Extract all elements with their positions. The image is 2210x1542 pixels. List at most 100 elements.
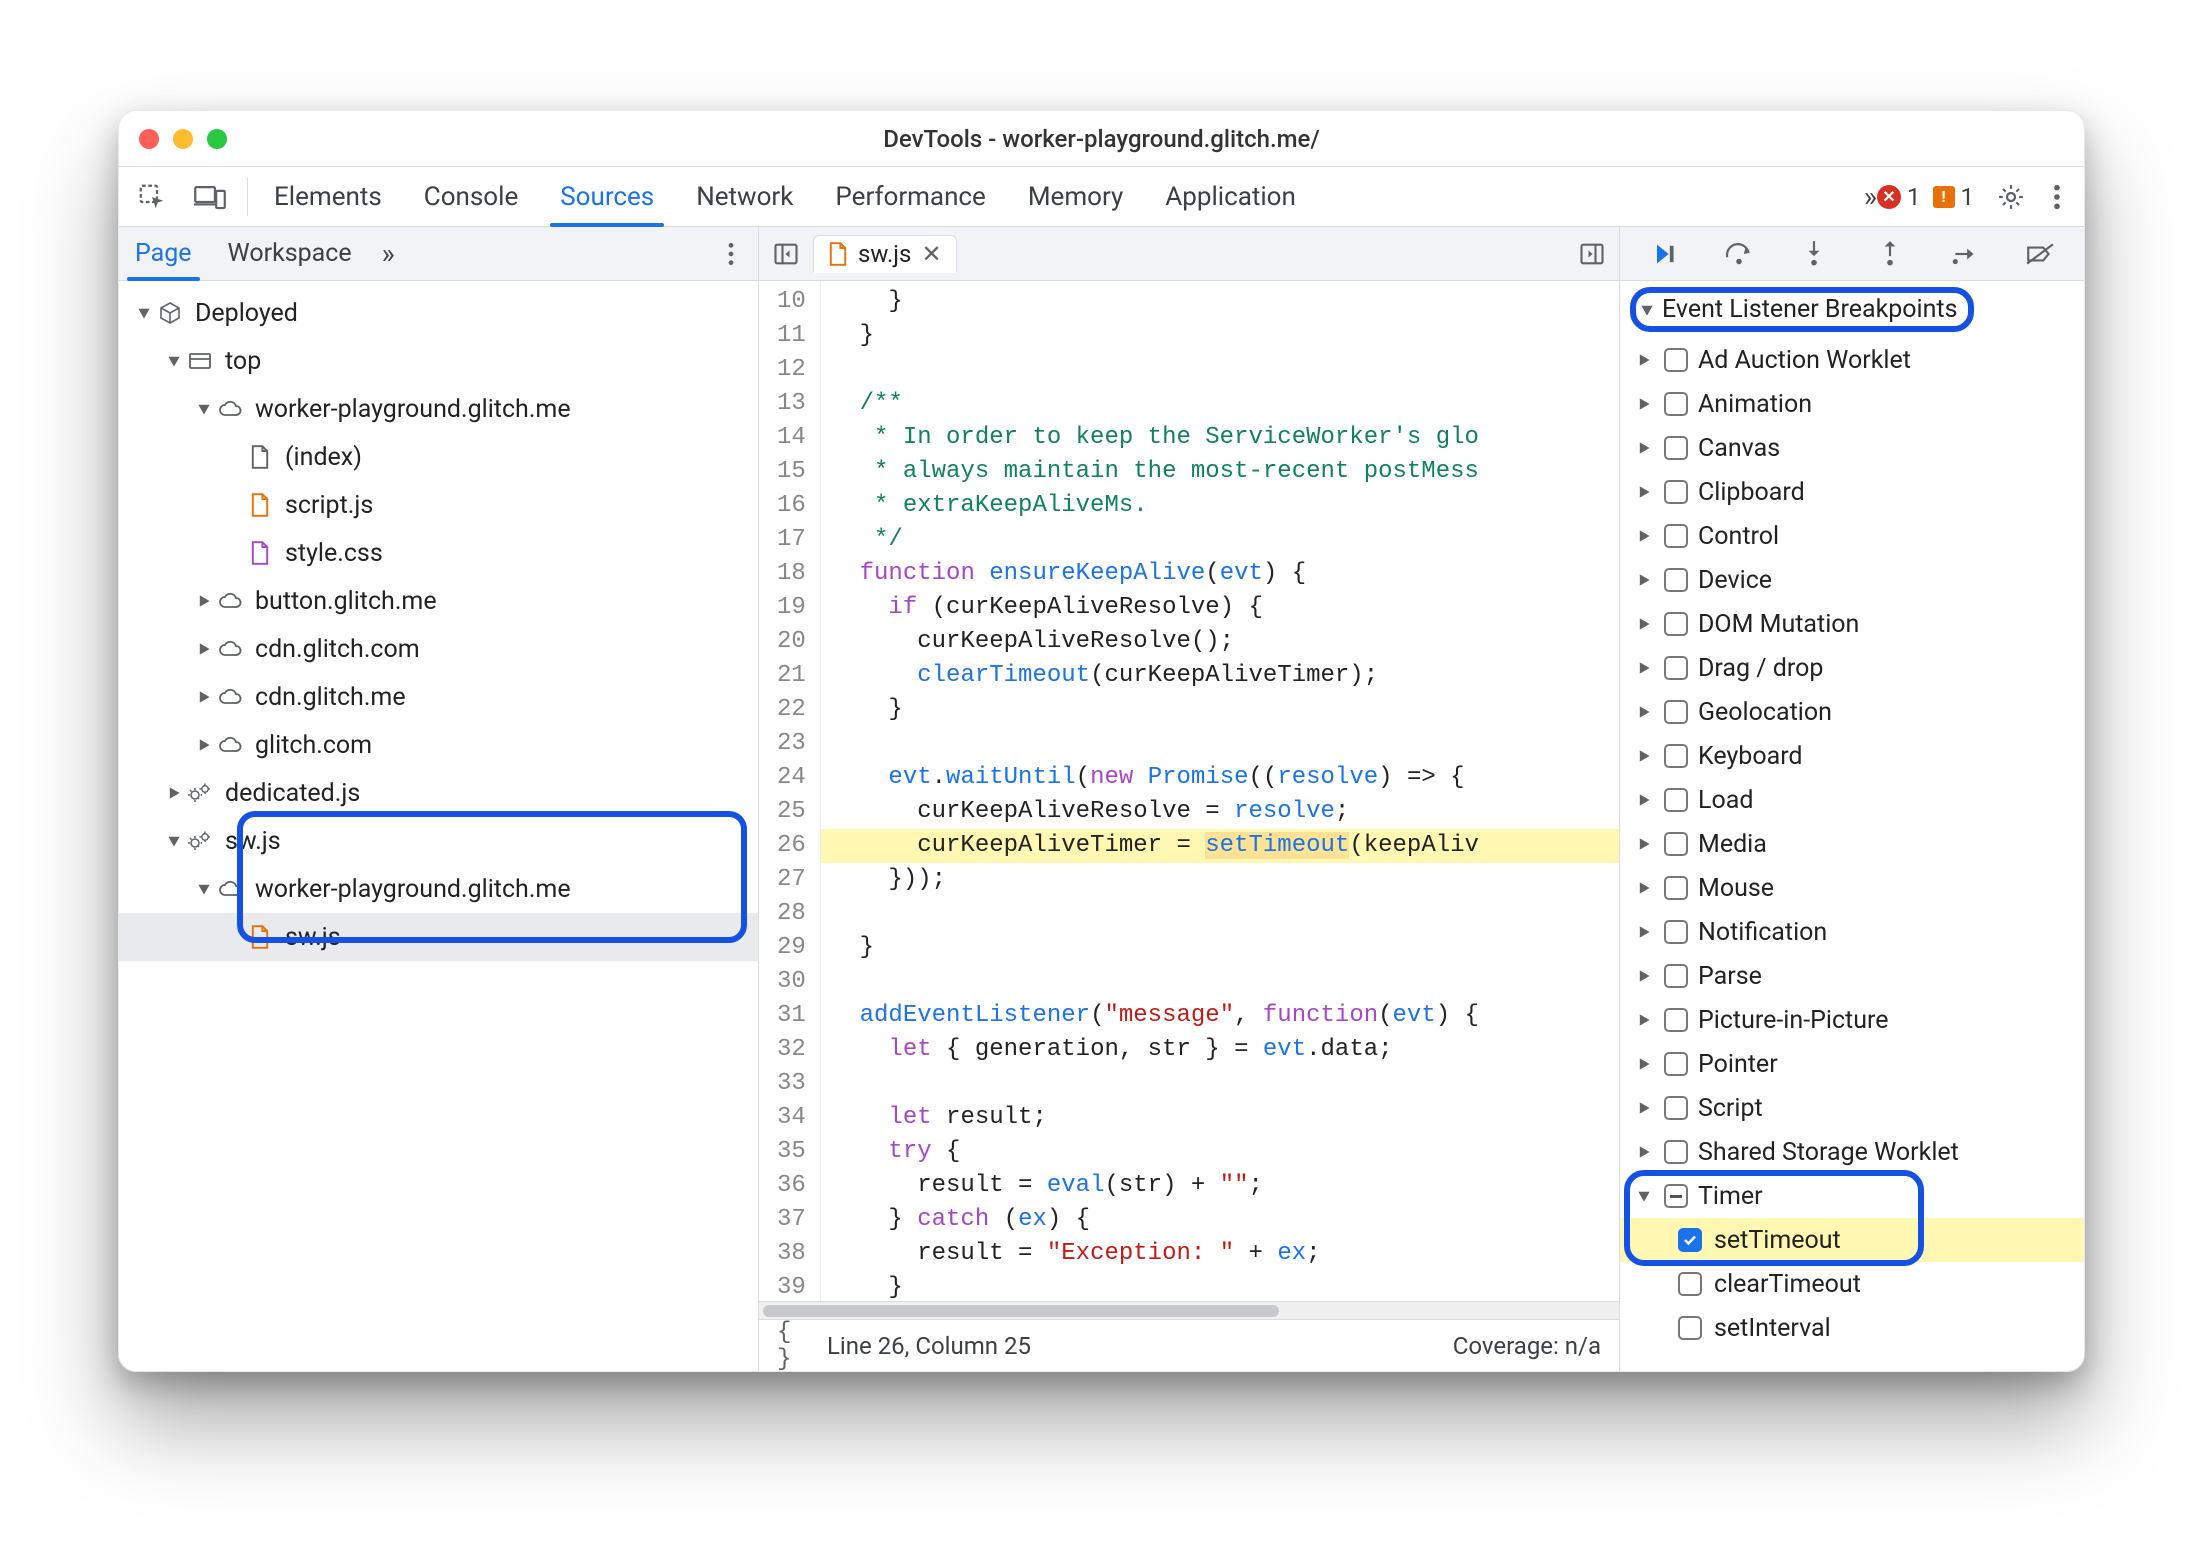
kebab-menu-icon[interactable]: [2040, 180, 2074, 214]
expand-toggle-icon[interactable]: [163, 354, 185, 368]
bp-category-pointer[interactable]: Pointer: [1620, 1042, 2084, 1086]
expand-toggle-icon[interactable]: [193, 642, 215, 656]
main-tab-performance[interactable]: Performance: [829, 167, 991, 226]
code-line[interactable]: curKeepAliveResolve = resolve;: [821, 795, 1619, 829]
main-tab-elements[interactable]: Elements: [268, 167, 388, 226]
editor-tab-swjs[interactable]: sw.js ✕: [813, 235, 957, 273]
bp-item-settimeout[interactable]: setTimeout: [1620, 1218, 2084, 1262]
bp-category-clipboard[interactable]: Clipboard: [1620, 470, 2084, 514]
code-line[interactable]: curKeepAliveTimer = setTimeout(keepAliv: [821, 829, 1619, 863]
toggle-sidebar-icon[interactable]: [1575, 237, 1609, 271]
deactivate-breakpoints-icon[interactable]: [2020, 234, 2060, 274]
bp-category-notification[interactable]: Notification: [1620, 910, 2084, 954]
code-line[interactable]: function ensureKeepAlive(evt) {: [821, 557, 1619, 591]
checkbox-icon[interactable]: [1664, 788, 1688, 812]
bp-category-canvas[interactable]: Canvas: [1620, 426, 2084, 470]
bp-category-dom-mutation[interactable]: DOM Mutation: [1620, 602, 2084, 646]
bp-category-timer[interactable]: Timer: [1620, 1174, 2084, 1218]
checkbox-icon[interactable]: [1664, 1052, 1688, 1076]
checkbox-icon[interactable]: [1664, 832, 1688, 856]
warnings-badge[interactable]: ! 1: [1933, 183, 1975, 211]
bp-category-drag-drop[interactable]: Drag / drop: [1620, 646, 2084, 690]
checkbox-icon[interactable]: [1664, 1140, 1688, 1164]
settings-icon[interactable]: [1994, 180, 2028, 214]
bp-category-load[interactable]: Load: [1620, 778, 2084, 822]
service-worker-node[interactable]: sw.js: [119, 817, 758, 865]
close-window-button[interactable]: [139, 129, 159, 149]
code-line[interactable]: /**: [821, 387, 1619, 421]
main-tab-sources[interactable]: Sources: [554, 167, 660, 226]
step-over-icon[interactable]: [1719, 234, 1759, 274]
code-line[interactable]: }));: [821, 863, 1619, 897]
expand-toggle-icon[interactable]: [163, 834, 185, 848]
expand-toggle-icon[interactable]: [163, 786, 185, 800]
toggle-navigator-icon[interactable]: [769, 237, 803, 271]
bp-item-cleartimeout[interactable]: clearTimeout: [1620, 1262, 2084, 1306]
checkbox-icon[interactable]: [1664, 436, 1688, 460]
code-line[interactable]: [821, 897, 1619, 931]
checkbox-icon[interactable]: [1678, 1272, 1702, 1296]
main-tab-network[interactable]: Network: [690, 167, 799, 226]
bp-category-picture-in-picture[interactable]: Picture-in-Picture: [1620, 998, 2084, 1042]
origin-glitch-com[interactable]: glitch.com: [119, 721, 758, 769]
bp-category-keyboard[interactable]: Keyboard: [1620, 734, 2084, 778]
code-line[interactable]: let { generation, str } = evt.data;: [821, 1033, 1619, 1067]
code-line[interactable]: [821, 965, 1619, 999]
code-line[interactable]: }: [821, 1271, 1619, 1301]
code-line[interactable]: if (curKeepAliveResolve) {: [821, 591, 1619, 625]
code-line[interactable]: } catch (ex) {: [821, 1203, 1619, 1237]
bp-category-control[interactable]: Control: [1620, 514, 2084, 558]
more-tabs-icon[interactable]: »: [1864, 180, 1877, 213]
origin-cdn-glitch-me[interactable]: cdn.glitch.me: [119, 673, 758, 721]
bp-category-parse[interactable]: Parse: [1620, 954, 2084, 998]
top-frame-node[interactable]: top: [119, 337, 758, 385]
expand-toggle-icon[interactable]: [133, 306, 155, 320]
bp-category-device[interactable]: Device: [1620, 558, 2084, 602]
file--index-[interactable]: (index): [119, 433, 758, 481]
checkbox-icon[interactable]: [1664, 700, 1688, 724]
checkbox-icon[interactable]: [1678, 1228, 1702, 1252]
code-line[interactable]: result = "Exception: " + ex;: [821, 1237, 1619, 1271]
checkbox-icon[interactable]: [1664, 1008, 1688, 1032]
expand-toggle-icon[interactable]: [193, 402, 215, 416]
dedicated-worker-node[interactable]: dedicated.js: [119, 769, 758, 817]
zoom-window-button[interactable]: [207, 129, 227, 149]
checkbox-icon[interactable]: [1664, 964, 1688, 988]
bp-category-media[interactable]: Media: [1620, 822, 2084, 866]
bp-category-mouse[interactable]: Mouse: [1620, 866, 2084, 910]
code-line[interactable]: */: [821, 523, 1619, 557]
checkbox-icon[interactable]: [1664, 568, 1688, 592]
code-line[interactable]: }: [821, 931, 1619, 965]
navigator-tab-workspace[interactable]: Workspace: [222, 227, 358, 280]
format-icon[interactable]: { }: [777, 1329, 811, 1363]
code-line[interactable]: clearTimeout(curKeepAliveTimer);: [821, 659, 1619, 693]
expand-toggle-icon[interactable]: [193, 690, 215, 704]
close-tab-icon[interactable]: ✕: [921, 240, 941, 268]
code-line[interactable]: * always maintain the most-recent postMe…: [821, 455, 1619, 489]
origin-cdn-glitch-com[interactable]: cdn.glitch.com: [119, 625, 758, 673]
bp-category-ad-auction-worklet[interactable]: Ad Auction Worklet: [1620, 338, 2084, 382]
code-line[interactable]: * In order to keep the ServiceWorker's g…: [821, 421, 1619, 455]
more-subtabs-icon[interactable]: »: [382, 237, 395, 270]
checkbox-icon[interactable]: [1664, 524, 1688, 548]
main-tab-memory[interactable]: Memory: [1022, 167, 1129, 226]
resume-icon[interactable]: [1644, 234, 1684, 274]
sw-file-node[interactable]: sw.js: [119, 913, 758, 961]
sw-origin-node[interactable]: worker-playground.glitch.me: [119, 865, 758, 913]
file-style-css[interactable]: style.css: [119, 529, 758, 577]
event-listener-breakpoints-header[interactable]: Event Listener Breakpoints: [1630, 287, 1974, 332]
bp-category-animation[interactable]: Animation: [1620, 382, 2084, 426]
bp-category-script[interactable]: Script: [1620, 1086, 2084, 1130]
code-line[interactable]: addEventListener("message", function(evt…: [821, 999, 1619, 1033]
step-out-icon[interactable]: [1870, 234, 1910, 274]
expand-toggle-icon[interactable]: [193, 738, 215, 752]
code-line[interactable]: [821, 353, 1619, 387]
origin-node[interactable]: worker-playground.glitch.me: [119, 385, 758, 433]
step-into-icon[interactable]: [1794, 234, 1834, 274]
code-line[interactable]: * extraKeepAliveMs.: [821, 489, 1619, 523]
code-line[interactable]: }: [821, 285, 1619, 319]
checkbox-icon[interactable]: [1664, 876, 1688, 900]
code-line[interactable]: }: [821, 319, 1619, 353]
navigator-menu-icon[interactable]: [714, 237, 748, 271]
checkbox-icon[interactable]: [1664, 656, 1688, 680]
